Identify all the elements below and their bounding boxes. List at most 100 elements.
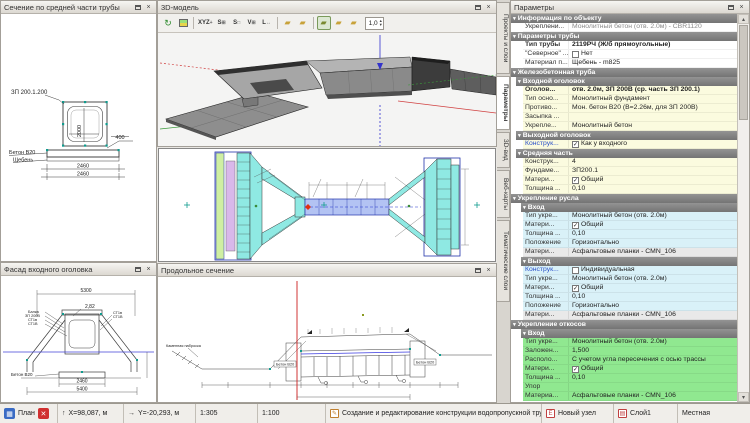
property-value[interactable]: 1,500 — [569, 347, 737, 355]
scroll-down-icon[interactable]: ▾ — [738, 392, 749, 402]
property-row[interactable]: Толщина ...0,10 — [511, 230, 737, 239]
section-panel-titlebar[interactable]: Сечение по средней части трубы × — [1, 1, 156, 14]
close-icon[interactable]: × — [144, 3, 153, 12]
statusbar-scale-horizontal[interactable]: 1:305 — [196, 404, 258, 423]
section-header[interactable]: ▾Информация по объекту — [511, 14, 737, 23]
refresh-model-icon[interactable]: ↻ — [161, 16, 175, 30]
property-value[interactable]: Монолитный бетон (отв. 2.0м) — [569, 212, 737, 220]
tab-3d-view[interactable]: 3D-вид — [497, 132, 510, 168]
model3d-viewport[interactable] — [158, 33, 496, 146]
property-row[interactable]: ПоложениеГоризонтально — [511, 239, 737, 248]
property-row[interactable]: Конструк...4 — [511, 158, 737, 167]
collapse-arrow-icon[interactable]: ▾ — [513, 33, 516, 41]
property-value[interactable]: Монолитный бетон (отв. 2.0м) — [569, 338, 737, 346]
scroll-thumb[interactable] — [739, 25, 748, 120]
property-row[interactable]: Матери...✓Общий — [511, 176, 737, 185]
property-row[interactable]: "Северное" ...Нет — [511, 50, 737, 59]
property-row[interactable]: Оголов...отв. 2.0м, ЗП 200В (ср. часть З… — [511, 86, 737, 95]
property-value[interactable] — [569, 383, 737, 391]
section-header[interactable]: ▾Вход — [521, 329, 737, 338]
statusbar-node[interactable]: Е Новый узел — [542, 404, 614, 423]
property-row[interactable]: Упор — [511, 383, 737, 392]
display-mode-icon-1[interactable]: ▰ — [281, 16, 295, 30]
property-row[interactable]: Матери...✓Общий — [511, 284, 737, 293]
statusbar-coord-system[interactable]: Местная — [678, 404, 750, 423]
display-mode-icon-2[interactable]: ▰ — [296, 16, 310, 30]
property-row[interactable]: Материал п...Щебень - m825 — [511, 59, 737, 68]
property-row[interactable]: Засыпка ... — [511, 113, 737, 122]
section-header[interactable]: ▾Входной оголовок — [516, 77, 737, 86]
plan-drawing-canvas[interactable] — [158, 148, 496, 262]
parameters-scrollbar[interactable]: ▴ ▾ — [737, 14, 749, 402]
close-icon[interactable]: × — [484, 266, 493, 275]
checkbox[interactable]: ✓ — [572, 285, 579, 292]
property-row[interactable]: Конструк...Индивидуальная — [511, 266, 737, 275]
float-icon[interactable] — [726, 3, 735, 12]
property-value[interactable]: 2119РЧ (Ж/б прямоугольные) — [569, 41, 737, 49]
property-row[interactable]: Матери...Асфальтовые планки - CMN_106 — [511, 248, 737, 257]
tab-projects-layers[interactable]: Проекты и слои — [497, 2, 510, 74]
spin-down-icon[interactable]: ▾ — [380, 23, 382, 27]
section-header[interactable]: ▾Укрепление откосов — [511, 320, 737, 329]
section-header[interactable]: ▾Железобетонная труба — [511, 68, 737, 77]
property-row[interactable]: Тип укре...Монолитный бетон (отв. 2.0м) — [511, 212, 737, 221]
collapse-arrow-icon[interactable]: ▾ — [523, 204, 526, 212]
display-mode-icon-4[interactable]: ▰ — [347, 16, 361, 30]
property-row[interactable]: Матери...✓Общий — [511, 365, 737, 374]
statusbar-layer[interactable]: ▤ Слой1 — [614, 404, 678, 423]
property-value[interactable]: ✓Общий — [569, 365, 737, 373]
model-layers-icon[interactable] — [176, 16, 190, 30]
collapse-arrow-icon[interactable]: ▾ — [513, 321, 516, 329]
property-value[interactable]: Асфальтовые планки - CMN_106 — [569, 248, 737, 256]
property-value[interactable]: 4 — [569, 158, 737, 166]
property-value[interactable]: 0,10 — [569, 374, 737, 382]
s-plane-icon[interactable]: S⊞ — [215, 16, 229, 30]
property-value[interactable]: Монолитный фундамент — [569, 95, 737, 103]
collapse-arrow-icon[interactable]: ▾ — [518, 78, 521, 86]
close-icon[interactable]: × — [737, 3, 746, 12]
section-drawing-canvas[interactable]: ЗП 200.1.200 2000 Бетон В20 Щебень 2460 … — [1, 14, 156, 261]
property-row[interactable]: Тип осно...Монолитный фундамент — [511, 95, 737, 104]
property-row[interactable]: ПоложениеГоризонтально — [511, 302, 737, 311]
property-value[interactable]: Нет — [569, 50, 737, 58]
section-header[interactable]: ▾Укрепление русла — [511, 194, 737, 203]
property-value[interactable]: Горизонтально — [569, 302, 737, 310]
collapse-arrow-icon[interactable]: ▾ — [518, 132, 521, 140]
checkbox[interactable]: ✓ — [572, 222, 579, 229]
facade-panel-titlebar[interactable]: Фасад входного оголовка × — [1, 263, 156, 276]
xyz-axes-icon[interactable]: XYZ+ — [197, 16, 214, 30]
section-header[interactable]: ▾Средняя часть — [516, 149, 737, 158]
property-value[interactable] — [569, 113, 737, 121]
property-value[interactable]: С учетом угла пересечения с осью трассы — [569, 356, 737, 364]
property-row[interactable]: Матери...✓Общий — [511, 221, 737, 230]
property-value[interactable]: ЗП200.1 — [569, 167, 737, 175]
property-value[interactable]: ✓Как у входного — [569, 140, 737, 148]
checkbox[interactable] — [572, 267, 579, 274]
facade-drawing-canvas[interactable]: 5300 2,82 2460 5400 Балка ЗП 200В СТ1в С… — [1, 276, 156, 402]
property-value[interactable]: Асфальтовые планки - CMN_106 — [569, 311, 737, 319]
property-value[interactable]: Индивидуальная — [569, 266, 737, 274]
property-row[interactable]: Укреплени...Монолитный бетон (отв. 2.0м)… — [511, 23, 737, 32]
s-box-icon[interactable]: S□ — [230, 16, 244, 30]
tab-parameters[interactable]: Параметры — [497, 76, 510, 130]
property-row[interactable]: Толщина ...0,10 — [511, 374, 737, 383]
property-value[interactable]: ✓Общий — [569, 176, 737, 184]
section-header[interactable]: ▾Параметры трубы — [511, 32, 737, 41]
collapse-arrow-icon[interactable]: ▾ — [513, 69, 516, 77]
tab-thematic-layers[interactable]: Тематические слои — [497, 220, 510, 302]
scroll-up-icon[interactable]: ▴ — [738, 14, 749, 24]
property-value[interactable]: отв. 2.0м, ЗП 200В (ср. часть ЗП 200.1) — [569, 86, 737, 94]
property-row[interactable]: Матери...Асфальтовые планки - CMN_106 — [511, 311, 737, 320]
tab-web-maps[interactable]: Веб-карты — [497, 170, 510, 218]
property-value[interactable]: ✓Общий — [569, 221, 737, 229]
property-row[interactable]: Толщина ...0,10 — [511, 185, 737, 194]
collapse-arrow-icon[interactable]: ▾ — [523, 330, 526, 338]
parameters-panel-titlebar[interactable]: Параметры × — [511, 1, 749, 14]
property-row[interactable]: Фундаме...ЗП200.1 — [511, 167, 737, 176]
plan-icon[interactable]: ▦ — [4, 408, 15, 419]
checkbox[interactable]: ✓ — [572, 141, 579, 148]
property-value[interactable]: Щебень - m825 — [569, 59, 737, 67]
collapse-arrow-icon[interactable]: ▾ — [513, 195, 516, 203]
display-mode-icon-active[interactable]: ▰ — [317, 16, 331, 30]
property-value[interactable]: Асфальтовые планки - CMN_106 — [569, 392, 737, 400]
